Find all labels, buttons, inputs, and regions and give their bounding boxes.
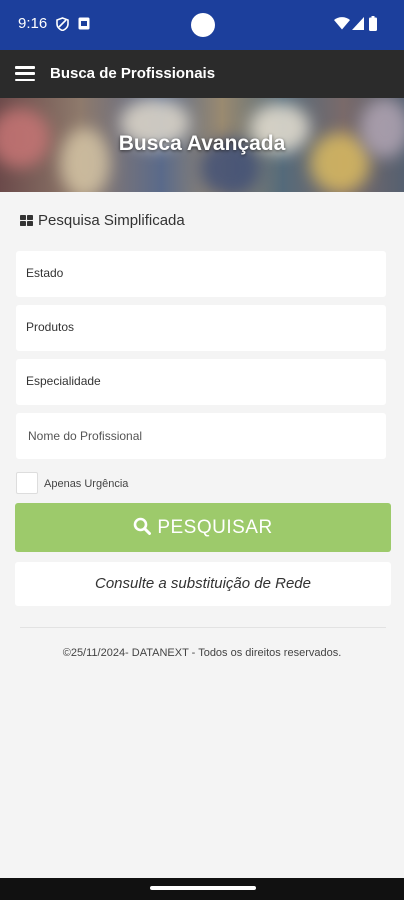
- especialidade-select[interactable]: Especialidade: [16, 359, 386, 405]
- navigation-bar: [0, 878, 404, 900]
- professional-name-field: [16, 413, 386, 459]
- status-bar: 9:16: [0, 0, 404, 50]
- header-banner: Busca Avançada: [0, 98, 404, 192]
- section-heading: Pesquisa Simplificada: [20, 212, 185, 229]
- notification-status-icon: [78, 17, 90, 35]
- urgency-checkbox[interactable]: [16, 472, 38, 494]
- network-substitution-label: Consulte a substituição de Rede: [95, 575, 311, 592]
- especialidade-label: Especialidade: [26, 374, 101, 388]
- search-button[interactable]: PESQUISAR: [15, 503, 391, 552]
- estado-label: Estado: [26, 266, 64, 280]
- status-time: 9:16: [18, 15, 48, 32]
- app-bar-title: Busca de Profissionais: [50, 65, 216, 82]
- app-screen: 9:16 Busca de Profissionais Busca Avança…: [0, 0, 404, 900]
- banner-title: Busca Avançada: [118, 132, 286, 155]
- search-button-label: PESQUISAR: [157, 517, 273, 538]
- app-bar: Busca de Profissionais: [0, 50, 404, 98]
- search-icon: [134, 517, 152, 535]
- shield-status-icon: [56, 17, 69, 36]
- grid-icon: [20, 213, 33, 226]
- professional-name-input[interactable]: [16, 413, 386, 459]
- wifi-icon: [334, 17, 350, 35]
- section-title: Pesquisa Simplificada: [38, 212, 185, 229]
- hamburger-menu-icon[interactable]: [15, 66, 35, 82]
- footer-copyright: ©25/11/2024- DATANEXT - Todos os direito…: [62, 647, 342, 659]
- footer-divider: [20, 627, 386, 628]
- camera-cutout: [191, 13, 215, 37]
- urgency-label: Apenas Urgência: [44, 478, 129, 490]
- network-substitution-button[interactable]: Consulte a substituição de Rede: [15, 562, 391, 606]
- estado-select[interactable]: Estado: [16, 251, 386, 297]
- home-gesture-handle[interactable]: [150, 886, 256, 890]
- produtos-select[interactable]: Produtos: [16, 305, 386, 351]
- signal-icon: [352, 17, 364, 35]
- produtos-label: Produtos: [26, 320, 75, 334]
- battery-icon: [369, 16, 377, 36]
